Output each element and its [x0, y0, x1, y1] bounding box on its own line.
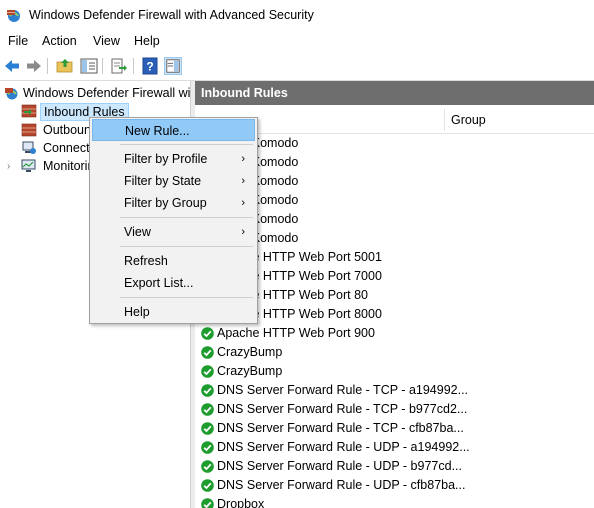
menu-item-filter-by-group[interactable]: Filter by Group ›: [92, 192, 255, 214]
toolbar-separator: [47, 58, 48, 74]
rule-name: DNS Server Forward Rule - UDP - a194992.…: [217, 440, 470, 454]
enabled-check-icon: [201, 365, 214, 378]
menu-help[interactable]: Help: [134, 34, 160, 48]
menu-separator: [120, 217, 253, 218]
menu-item-label: Export List...: [124, 276, 194, 290]
rule-row[interactable]: CrazyBump: [195, 362, 594, 381]
enabled-check-icon: [201, 479, 214, 492]
enabled-check-icon: [201, 327, 214, 340]
rule-row[interactable]: DNS Server Forward Rule - TCP - a194992.…: [195, 381, 594, 400]
rule-name: Apache HTTP Web Port 900: [217, 326, 375, 340]
submenu-arrow-icon: ›: [241, 153, 245, 165]
rule-row[interactable]: DNS Server Forward Rule - UDP - b977cd..…: [195, 457, 594, 476]
monitoring-icon: [21, 159, 36, 172]
toolbar: ?: [0, 52, 594, 81]
rule-row[interactable]: CrazyBump: [195, 343, 594, 362]
enabled-check-icon: [201, 346, 214, 359]
enabled-check-icon: [201, 498, 214, 508]
enabled-check-icon: [201, 384, 214, 397]
toolbar-separator: [102, 58, 103, 74]
rule-name: DNS Server Forward Rule - UDP - cfb87ba.…: [217, 478, 466, 492]
menu-view[interactable]: View: [93, 34, 120, 48]
menu-item-label: Filter by Profile: [124, 152, 208, 166]
rule-name: DNS Server Forward Rule - TCP - cfb87ba.…: [217, 421, 464, 435]
pane-title: Inbound Rules: [195, 81, 594, 105]
rule-row[interactable]: Dropbox: [195, 495, 594, 508]
rule-name: DNS Server Forward Rule - TCP - a194992.…: [217, 383, 469, 397]
rule-row[interactable]: DNS Server Forward Rule - TCP - cfb87ba.…: [195, 419, 594, 438]
menu-bar: File Action View Help: [0, 32, 594, 52]
menu-item-label: View: [124, 225, 151, 239]
rule-row[interactable]: DNS Server Forward Rule - TCP - b977cd2.…: [195, 400, 594, 419]
export-list-icon[interactable]: [110, 57, 128, 75]
expand-chevron-icon[interactable]: ›: [7, 158, 10, 175]
menu-item-label: Refresh: [124, 254, 168, 268]
tree-item-outbound-rules[interactable]: Outbound Rules: [43, 122, 89, 139]
column-divider[interactable]: [444, 109, 445, 131]
inbound-rules-icon: [21, 104, 37, 118]
enabled-check-icon: [201, 441, 214, 454]
column-group-header[interactable]: Group: [451, 113, 486, 127]
menu-item-filter-by-profile[interactable]: Filter by Profile ›: [92, 148, 255, 170]
menu-item-refresh[interactable]: Refresh: [92, 250, 255, 272]
firewall-app-icon: [7, 10, 20, 22]
menu-item-label: Filter by Group: [124, 196, 207, 210]
menu-separator: [120, 297, 253, 298]
menu-item-filter-by-state[interactable]: Filter by State ›: [92, 170, 255, 192]
window-title: Windows Defender Firewall with Advanced …: [29, 8, 314, 22]
menu-separator: [120, 246, 253, 247]
rule-name: Dropbox: [217, 497, 265, 508]
rule-row[interactable]: Apache HTTP Web Port 900: [195, 324, 594, 343]
enabled-check-icon: [201, 460, 214, 473]
submenu-arrow-icon: ›: [241, 175, 245, 187]
up-folder-icon[interactable]: [56, 57, 74, 75]
menu-item-new-rule[interactable]: New Rule...: [92, 119, 255, 141]
svg-text:?: ?: [146, 60, 153, 74]
back-arrow-icon[interactable]: [3, 57, 21, 75]
enabled-check-icon: [201, 403, 214, 416]
menu-item-help[interactable]: Help: [92, 301, 255, 323]
title-bar: Windows Defender Firewall with Advanced …: [0, 0, 594, 32]
context-menu: New Rule... Filter by Profile › Filter b…: [89, 117, 258, 324]
show-hide-action-pane-icon[interactable]: [164, 57, 182, 75]
tree-item-connection-security-rules[interactable]: Connection Security Rules: [43, 140, 89, 157]
rule-name: DNS Server Forward Rule - UDP - b977cd..…: [217, 459, 462, 473]
rule-row[interactable]: DNS Server Forward Rule - UDP - cfb87ba.…: [195, 476, 594, 495]
submenu-arrow-icon: ›: [241, 226, 245, 238]
menu-separator: [120, 144, 253, 145]
menu-file[interactable]: File: [8, 34, 28, 48]
menu-item-label: Help: [124, 305, 150, 319]
menu-action[interactable]: Action: [42, 34, 77, 48]
forward-arrow-icon[interactable]: [25, 57, 43, 75]
rule-name: DNS Server Forward Rule - TCP - b977cd2.…: [217, 402, 468, 416]
submenu-arrow-icon: ›: [241, 197, 245, 209]
menu-item-label: Filter by State: [124, 174, 202, 188]
help-icon[interactable]: ?: [141, 57, 159, 75]
menu-item-label: New Rule...: [125, 124, 190, 138]
toolbar-separator: [133, 58, 134, 74]
show-hide-tree-icon[interactable]: [80, 57, 98, 75]
tree-item-monitoring[interactable]: Monitoring: [43, 158, 89, 175]
firewall-root-icon: [5, 88, 18, 100]
rule-name: CrazyBump: [217, 345, 283, 359]
rule-name: CrazyBump: [217, 364, 283, 378]
tree-root[interactable]: Windows Defender Firewall with Advanced …: [23, 85, 190, 102]
connection-security-icon: [22, 141, 36, 154]
enabled-check-icon: [201, 422, 214, 435]
rule-row[interactable]: DNS Server Forward Rule - UDP - a194992.…: [195, 438, 594, 457]
menu-item-export-list[interactable]: Export List...: [92, 272, 255, 294]
outbound-rules-icon: [21, 123, 37, 137]
menu-item-view[interactable]: View ›: [92, 221, 255, 243]
